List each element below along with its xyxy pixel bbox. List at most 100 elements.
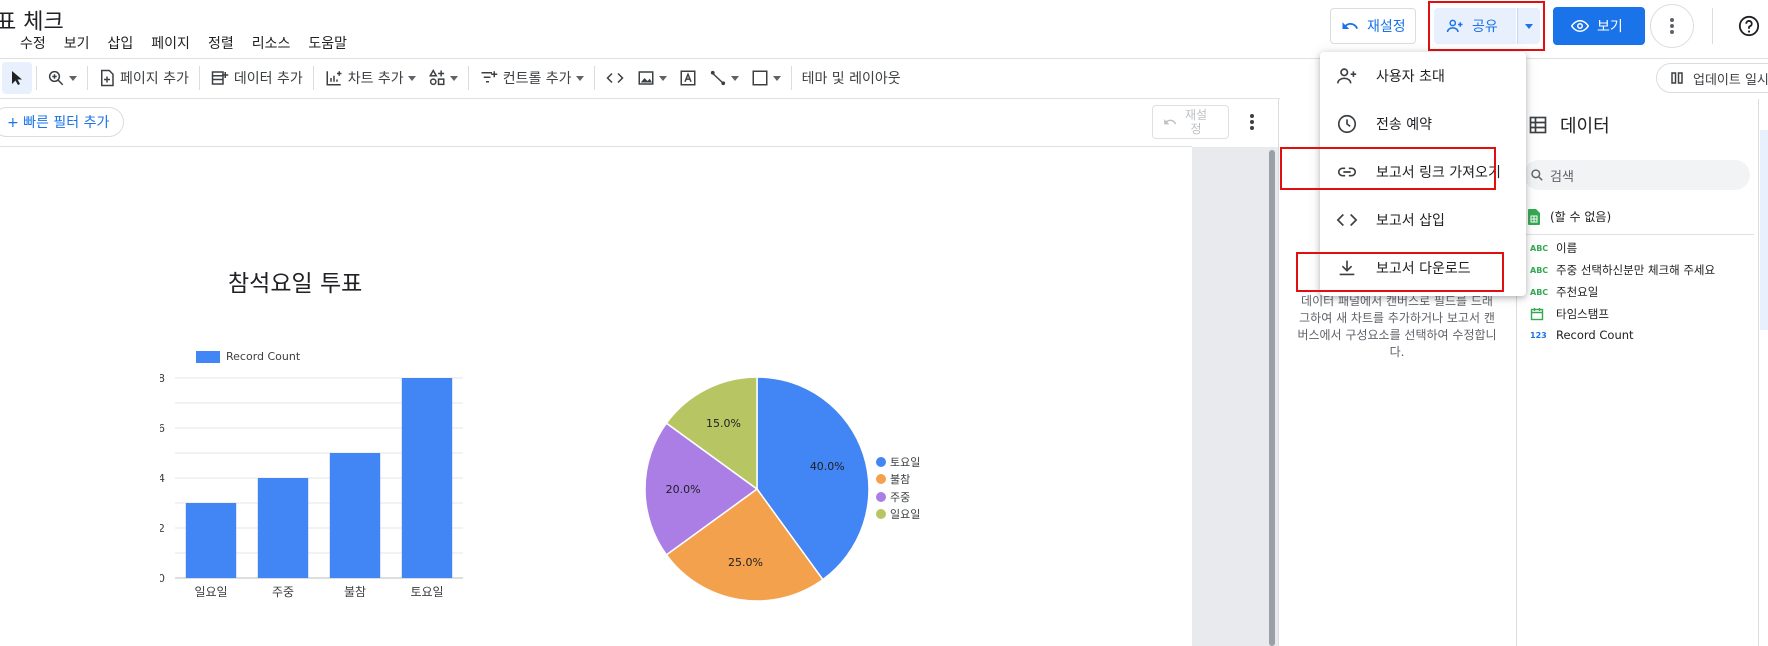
data-source-item[interactable]: (할 수 없음) [1528, 208, 1611, 225]
chevron-down-icon [658, 75, 667, 81]
theme-layout-button[interactable]: 테마 및 레이아웃 [796, 62, 907, 94]
filter-add-icon [481, 71, 497, 83]
pie-slice-label: 15.0% [706, 417, 741, 430]
data-field[interactable]: 타임스탬프 [1530, 306, 1609, 322]
canvas-scrollbar[interactable] [1269, 150, 1275, 646]
chevron-down-icon [407, 75, 416, 81]
toolbar-divider [198, 66, 200, 90]
data-field[interactable]: ABC 주천요일 [1530, 284, 1598, 300]
pie-slice-label: 20.0% [666, 483, 701, 496]
reset-label: 재설정 [1367, 19, 1406, 35]
panel-divider [1758, 99, 1759, 646]
invite-users-item[interactable]: 사용자 초대 [1320, 52, 1526, 100]
reset-filter-label: 재설 정 [1185, 108, 1207, 136]
report-title[interactable]: 표 체크 [0, 4, 64, 36]
filter-more-button[interactable] [1242, 110, 1262, 134]
url-embed-button[interactable] [599, 62, 631, 94]
pie-slice-label: 40.0% [810, 460, 845, 473]
data-field[interactable]: ABC 주중 선택하신분만 체크해 주세요 [1530, 262, 1715, 278]
add-data-icon [211, 71, 229, 85]
bar[interactable] [329, 453, 381, 578]
zoom-tool[interactable] [41, 62, 83, 94]
number-type-icon: 123 [1530, 330, 1547, 340]
community-viz-button[interactable] [422, 62, 464, 94]
view-button[interactable]: 보기 [1553, 7, 1645, 45]
download-item-highlight [1296, 252, 1504, 292]
menu-help[interactable]: 도움말 [299, 34, 356, 54]
sheets-icon [1528, 208, 1540, 225]
y-tick-label: 2 [160, 522, 165, 535]
header-divider [1712, 8, 1713, 44]
add-chart-icon [326, 71, 342, 86]
chevron-down-icon [69, 75, 77, 81]
x-tick-label: 일요일 [194, 585, 227, 599]
search-icon [1531, 169, 1543, 181]
pie-chart[interactable]: 40.0% 25.0% 20.0% 15.0% [640, 372, 880, 612]
add-data-button[interactable]: 데이터 추가 [204, 62, 309, 94]
help-button[interactable] [1734, 11, 1764, 41]
shapes-add-icon [428, 69, 445, 86]
more-options-button[interactable] [1650, 4, 1694, 48]
data-source-label: (할 수 없음) [1550, 210, 1612, 224]
line-button[interactable] [703, 62, 745, 94]
image-icon [638, 71, 654, 85]
update-time-label: 업데이트 일시 [1693, 72, 1768, 88]
add-control-button[interactable]: 컨트롤 추가 [473, 62, 590, 94]
update-time-button[interactable]: 업데이트 일시 [1656, 63, 1768, 93]
embed-report-item[interactable]: 보고서 삽입 [1320, 196, 1526, 244]
view-label: 보기 [1597, 19, 1623, 35]
clock-icon [1337, 114, 1357, 134]
quick-filter-button[interactable]: + 빠른 필터 추가 [0, 107, 124, 137]
theme-layout-label: 테마 및 레이아웃 [801, 71, 901, 87]
text-button[interactable] [673, 62, 703, 94]
toolbar-divider [36, 66, 37, 90]
side-tabs-strip[interactable] [1760, 130, 1768, 330]
menu-insert[interactable]: 삽입 [99, 34, 143, 54]
bar[interactable] [185, 503, 237, 578]
select-tool[interactable] [2, 62, 32, 94]
toolbar-divider [790, 66, 792, 90]
menu-page[interactable]: 페이지 [142, 34, 199, 54]
data-panel-header: 데이터 [1528, 112, 1610, 138]
bar[interactable] [401, 378, 453, 578]
schedule-delivery-item[interactable]: 전송 예약 [1320, 100, 1526, 148]
legend-dot [876, 474, 886, 485]
add-page-button[interactable]: 페이지 추가 [92, 62, 195, 94]
add-chart-button[interactable]: 차트 추가 [318, 62, 422, 94]
toolbar-divider [593, 66, 595, 90]
add-page-icon [101, 69, 114, 87]
menu-edit[interactable]: 수정 [20, 34, 55, 54]
properties-hint: 데이터 패널에서 캔버스로 필드를 드래그하여 새 차트를 추가하거나 보고서 … [1297, 294, 1497, 359]
legend-dot [876, 509, 886, 520]
canvas-title[interactable]: 참석요일 투표 [228, 264, 362, 298]
text-type-icon: ABC [1530, 265, 1549, 275]
image-button[interactable] [631, 62, 673, 94]
shape-button[interactable] [745, 62, 787, 94]
line-icon [710, 70, 725, 86]
text-type-icon: ABC [1530, 243, 1549, 253]
toolbar-divider [312, 66, 314, 90]
pie-slice-label: 25.0% [728, 556, 763, 569]
menu-view[interactable]: 보기 [55, 34, 99, 54]
data-field[interactable]: ABC 이름 [1530, 240, 1577, 256]
data-search-input[interactable]: 검색 [1524, 160, 1750, 190]
menu-arrange[interactable]: 정렬 [199, 34, 243, 54]
code-icon [1336, 213, 1358, 227]
toolbar: 페이지 추가 데이터 추가 차트 추가 컨트롤 추가 테마 및 레이아웃 [0, 62, 907, 94]
data-search-placeholder: 검색 [1550, 169, 1574, 185]
data-field[interactable]: 123 Record Count [1530, 328, 1634, 342]
reset-button[interactable]: 재설정 [1330, 8, 1416, 44]
data-field-name: 주중 선택하신분만 체크해 주세요 [1556, 263, 1716, 277]
menu-bar: 수정 보기 삽입 페이지 정렬 리소스 도움말 [20, 34, 356, 54]
help-icon [1738, 15, 1760, 37]
reset-filter-button[interactable]: 재설 정 [1152, 105, 1229, 139]
text-type-icon: ABC [1530, 287, 1549, 297]
menu-resource[interactable]: 리소스 [243, 34, 300, 54]
undo-icon [1342, 22, 1359, 29]
bar-chart[interactable]: 0 2 4 6 8 일요일 주중 불참 토요일 [160, 370, 530, 610]
text-box-icon [680, 70, 696, 86]
schedule-delivery-label: 전송 예약 [1376, 117, 1432, 133]
bar[interactable] [257, 478, 309, 578]
chevron-down-icon [449, 75, 458, 81]
data-field-name: 이름 [1556, 241, 1578, 255]
